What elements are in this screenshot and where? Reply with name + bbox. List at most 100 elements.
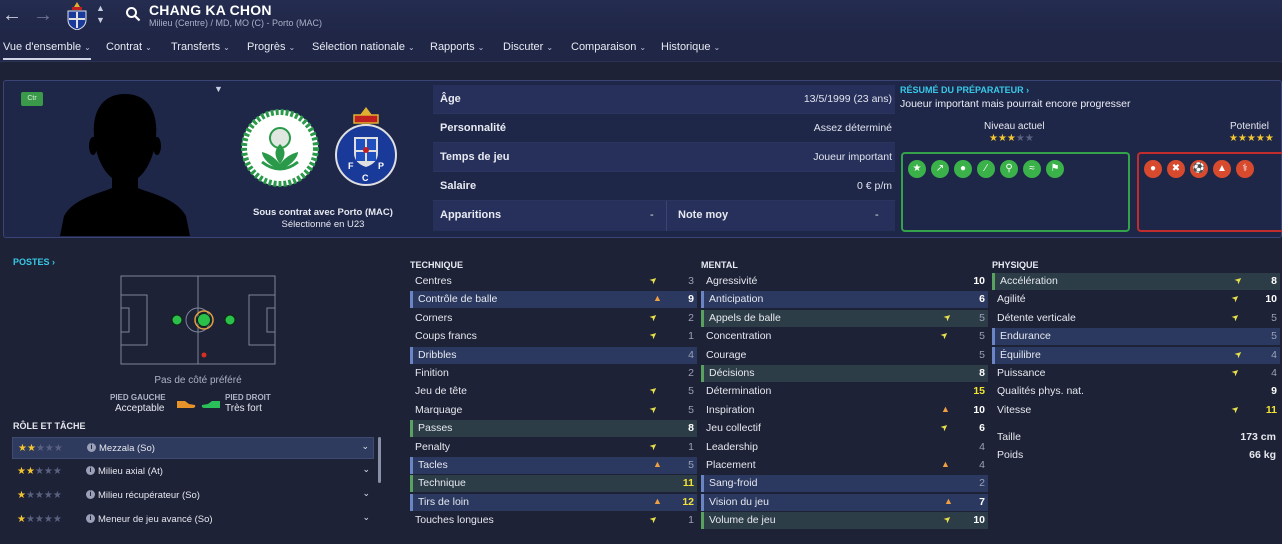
tab-progress[interactable]: Progrès ⌄ [247,41,295,53]
role-name: Meneur de jeu avancé (So) [98,514,213,525]
attribute-row[interactable]: Jeu collectif ➤ 6 [701,420,988,437]
tab-national-team[interactable]: Sélection nationale ⌄ [312,41,415,53]
chevron-down-icon[interactable]: ▼ [214,84,223,94]
attribute-row[interactable]: Agilité ➤ 10 [992,291,1280,308]
tab-contract[interactable]: Contrat ⌄ [106,41,152,53]
attribute-row[interactable]: Penalty ➤ 1 [410,439,697,456]
attribute-row[interactable]: Anticipation 6 [701,291,988,309]
coach-summary-text: Joueur important mais pourrait encore pr… [900,98,1131,110]
coach-summary-link[interactable]: RÉSUMÉ DU PRÉPARATEUR › [900,85,1029,95]
technique-heading: TECHNIQUE [410,260,464,270]
attribute-value: 5 [979,348,985,361]
attribute-row[interactable]: Finition 2 [410,365,697,382]
attribute-name: Détermination [706,385,772,398]
info-value: Joueur important [813,151,892,163]
chevron-down-icon[interactable]: ⌄ [362,512,370,523]
tab-comparison[interactable]: Comparaison ⌄ [571,41,646,53]
attribute-row[interactable]: Centres ➤ 3 [410,273,697,290]
attribute-row[interactable]: Placement ▲ 4 [701,457,988,474]
attribute-row[interactable]: Équilibre ➤ 4 [992,346,1280,364]
chevron-down-icon[interactable]: ⌄ [361,441,369,452]
attribute-row[interactable]: Inspiration ▲ 10 [701,402,988,419]
ball-trait-icon[interactable]: ⚽ [1190,160,1208,178]
attribute-row[interactable]: Endurance 5 [992,328,1280,346]
position-pitch[interactable] [120,275,276,365]
info-icon[interactable]: i [86,466,95,475]
attribute-row[interactable]: Puissance ➤ 4 [992,365,1280,382]
role-row[interactable]: ★★★★★ i Milieu axial (At) ⌄ [12,461,374,483]
positions-link[interactable]: POSTES › [13,257,55,267]
attribute-row[interactable]: Passes 8 [410,420,697,438]
attribute-row[interactable]: Sang-froid 2 [701,475,988,493]
head-trait-icon[interactable]: ● [954,160,972,178]
contract-club[interactable]: Sous contrat avec Porto (MAC) [253,207,393,218]
tab-history[interactable]: Historique ⌄ [661,41,720,53]
passing-trait-icon[interactable]: ≈ [1023,160,1041,178]
trophy-trait-icon[interactable]: ⚲ [1000,160,1018,178]
info-label: Note moy [678,209,729,221]
tackle-trait-icon[interactable]: ✖ [1167,160,1185,178]
role-row[interactable]: ★★★★★ i Meneur de jeu avancé (So) ⌄ [12,509,374,531]
info-label: Apparitions [440,209,502,221]
attribute-row[interactable]: Appels de balle ➤ 5 [701,309,988,327]
tab-discuss[interactable]: Discuter ⌄ [503,41,553,53]
attribute-row[interactable]: Leadership 4 [701,439,988,456]
attribute-value: 4 [688,348,694,361]
player-subtitle: Milieu (Centre) / MD, MO (C) - Porto (MA… [149,18,323,28]
info-icon[interactable]: i [86,514,95,523]
attribute-row[interactable]: Coups francs ➤ 1 [410,328,697,345]
info-value: 0 € p/m [856,180,892,192]
attribute-value: 5 [979,330,985,343]
attribute-row[interactable]: Jeu de tête ➤ 5 [410,383,697,400]
boot-trait-icon[interactable]: ∕ [977,160,995,178]
search-icon[interactable] [125,6,141,22]
cone-trait-icon[interactable]: ▲ [1213,160,1231,178]
info-icon[interactable]: i [86,490,95,499]
left-boot-icon [177,401,196,408]
attribute-row[interactable]: Marquage ➤ 5 [410,402,697,419]
flask-trait-icon[interactable]: ⚕ [1236,160,1254,178]
attribute-row[interactable]: Vitesse ➤ 11 [992,402,1280,419]
trend-up-trait-icon[interactable]: ↗ [931,160,949,178]
role-row[interactable]: ★★★★★ i Milieu récupérateur (So) ⌄ [12,485,374,507]
attribute-row[interactable]: Corners ➤ 2 [410,310,697,327]
player-switch-arrows-icon[interactable]: ▲ ▼ [96,2,105,26]
role-row[interactable]: ★★★★★ i Mezzala (So) ⌄ [12,437,374,459]
attribute-row[interactable]: Courage 5 [701,347,988,364]
attribute-row[interactable]: Contrôle de balle ▲ 9 [410,291,697,309]
flag-trait-icon[interactable]: ⚑ [1046,160,1064,178]
attribute-row[interactable]: Technique 11 [410,475,697,493]
attribute-trend-arrow-icon: ➤ [938,329,951,342]
chevron-down-icon[interactable]: ⌄ [362,464,370,475]
info-icon[interactable]: i [87,443,96,452]
player-name: CHANG KA CHON [149,2,272,18]
attribute-row[interactable]: Qualités phys. nat. 9 [992,383,1280,400]
attribute-row[interactable]: Accélération ➤ 8 [992,273,1280,290]
attribute-row[interactable]: Volume de jeu ➤ 10 [701,512,988,530]
attribute-trend-arrow-icon: ➤ [647,513,660,526]
tab-reports[interactable]: Rapports ⌄ [430,41,484,53]
roles-scrollbar[interactable] [378,437,381,483]
tab-transfers[interactable]: Transferts ⌄ [171,41,230,53]
attribute-value: 2 [688,367,694,379]
star-trait-icon[interactable]: ★ [908,160,926,178]
tab-overview[interactable]: Vue d'ensemble ⌄ [3,41,91,60]
club-crest-icon[interactable] [66,2,88,30]
back-arrow-icon[interactable]: ← [2,4,22,26]
attribute-up-arrow-icon: ▲ [653,495,662,506]
chevron-down-icon[interactable]: ⌄ [362,488,370,499]
attribute-row[interactable]: Agressivité 10 [701,273,988,290]
attribute-row[interactable]: Décisions 8 [701,365,988,382]
attribute-row[interactable]: Tirs de loin ▲ 12 [410,493,697,511]
attribute-row[interactable]: Concentration ➤ 5 [701,328,988,345]
chevron-down-icon: ⌄ [223,43,230,52]
attribute-name: Tirs de loin [418,495,469,508]
attribute-row[interactable]: Tacles ▲ 5 [410,457,697,474]
attribute-row[interactable]: Touches longues ➤ 1 [410,512,697,529]
attribute-row[interactable]: Détermination 15 [701,383,988,400]
attribute-row[interactable]: Détente verticale ➤ 5 [992,310,1280,327]
attribute-row[interactable]: Vision du jeu ▲ 7 [701,493,988,511]
attribute-row[interactable]: Dribbles 4 [410,346,697,364]
injury-trait-icon[interactable]: ● [1144,160,1162,178]
forward-arrow-icon[interactable]: → [33,4,53,26]
